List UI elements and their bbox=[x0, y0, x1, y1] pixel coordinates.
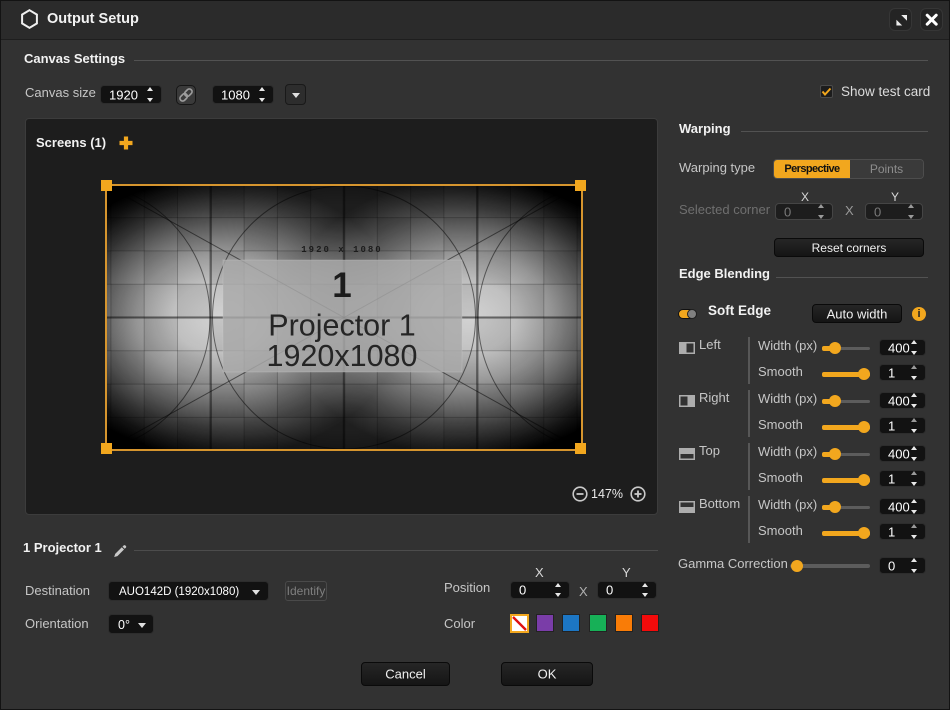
svg-text:1: 1 bbox=[332, 266, 351, 305]
svg-text:Projector 1: Projector 1 bbox=[268, 309, 415, 343]
svg-text:1920 x 1080: 1920 x 1080 bbox=[301, 245, 382, 255]
svg-text:1920x1080: 1920x1080 bbox=[267, 339, 418, 373]
